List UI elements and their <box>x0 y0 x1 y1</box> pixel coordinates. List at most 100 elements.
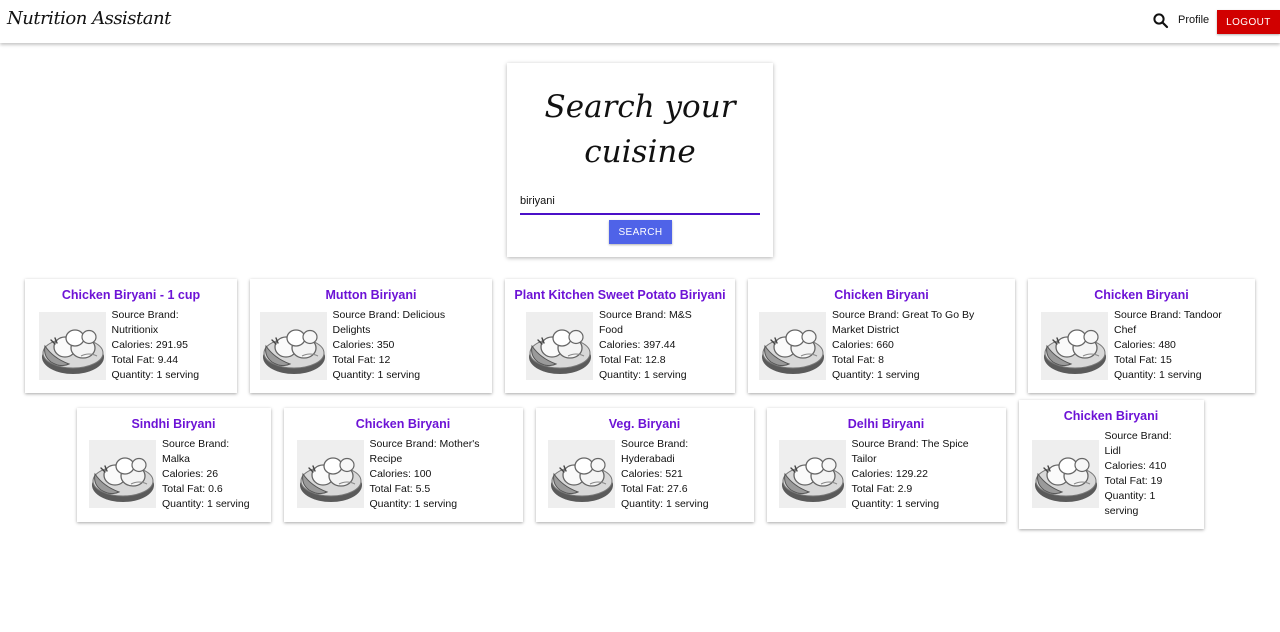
food-bowl-icon <box>1031 440 1099 508</box>
food-card-body: Source Brand: Great To Go By Market Dist… <box>759 308 1004 383</box>
food-info: Source Brand: Mother's Recipe Calories: … <box>370 437 510 512</box>
results-row-1: Chicken Biryani - 1 cup Source Brand: Nu… <box>0 277 1280 395</box>
food-card-body: Source Brand: The Spice Tailor Calories:… <box>778 437 994 512</box>
food-info: Source Brand: Hyderabadi Calories: 521 T… <box>621 437 741 512</box>
food-quantity: Quantity: 1 serving <box>621 497 709 510</box>
navbar: Nutrition Assistant Profile LOGOUT <box>0 0 1280 43</box>
food-name: Chicken Biryani <box>1063 409 1159 423</box>
food-name: Chicken Biryani <box>355 416 451 431</box>
food-info: Source Brand: Great To Go By Market Dist… <box>832 308 1004 383</box>
food-brand: Source Brand: M&S Food <box>599 309 692 336</box>
search-card: Search your cuisine SEARCH <box>507 63 773 257</box>
food-name: Plant Kitchen Sweet Potato Biriyani <box>514 288 726 302</box>
food-quantity: Quantity: 1 serving <box>1104 490 1156 517</box>
food-quantity: Quantity: 1 serving <box>332 369 421 381</box>
food-bowl-icon <box>38 311 106 380</box>
food-brand: Source Brand: Mother's Recipe <box>369 437 480 465</box>
search-button[interactable]: SEARCH <box>609 220 672 244</box>
food-calories: Calories: 521 <box>621 467 683 480</box>
food-card-body: Source Brand: Nutritionix Calories: 291.… <box>38 308 224 383</box>
food-total-fat: Total Fat: 12 <box>332 354 391 366</box>
food-brand: Source Brand: Great To Go By Market Dist… <box>832 309 975 336</box>
food-info: Source Brand: Lidl Calories: 410 Total F… <box>1105 429 1191 519</box>
food-bowl-icon <box>259 311 327 380</box>
food-card[interactable]: Chicken Biryani - 1 cup Source Brand: Nu… <box>25 279 237 393</box>
food-total-fat: Total Fat: 19 <box>1104 475 1163 487</box>
food-calories: Calories: 291.95 <box>111 339 188 351</box>
food-brand: Source Brand: The Spice Tailor <box>851 437 969 465</box>
food-name: Chicken Biryani <box>1094 288 1189 302</box>
food-brand: Source Brand: Tandoor Chef <box>1114 309 1222 336</box>
food-bowl-icon <box>526 311 593 380</box>
food-calories: Calories: 350 <box>332 339 395 351</box>
app-logo[interactable]: Nutrition Assistant <box>7 8 171 29</box>
food-brand: Source Brand: Nutritionix <box>111 309 179 336</box>
food-brand: Source Brand: Delicious Delights <box>332 309 446 336</box>
food-bowl-icon <box>1041 311 1108 380</box>
food-name: Veg. Biryani <box>608 416 681 431</box>
food-card-body: Source Brand: M&S Food Calories: 397.44 … <box>526 308 714 383</box>
food-card[interactable]: Sindhi Biryani Source Brand: Malka Calor… <box>76 407 271 522</box>
food-calories: Calories: 26 <box>162 467 219 480</box>
food-calories: Calories: 100 <box>369 467 432 480</box>
food-card-body: Source Brand: Hyderabadi Calories: 521 T… <box>548 437 741 512</box>
food-info: Source Brand: Nutritionix Calories: 291.… <box>112 308 224 383</box>
food-quantity: Quantity: 1 serving <box>162 497 250 510</box>
food-card[interactable]: Chicken Biryani Source Brand: Lidl Calor… <box>1018 400 1204 529</box>
results-row-2: Sindhi Biryani Source Brand: Malka Calor… <box>0 400 1280 529</box>
food-total-fat: Total Fat: 12.8 <box>599 354 666 366</box>
food-card-body: Source Brand: Mother's Recipe Calories: … <box>296 437 510 512</box>
food-total-fat: Total Fat: 8 <box>832 354 884 366</box>
food-info: Source Brand: The Spice Tailor Calories:… <box>852 437 994 512</box>
food-total-fat: Total Fat: 15 <box>1114 354 1172 366</box>
food-card-body: Source Brand: Tandoor Chef Calories: 480… <box>1041 308 1242 383</box>
food-card[interactable]: Chicken Biryani Source Brand: Mother's R… <box>283 407 523 522</box>
food-quantity: Quantity: 1 serving <box>1114 369 1202 381</box>
food-total-fat: Total Fat: 9.44 <box>111 354 179 366</box>
food-bowl-icon <box>778 440 846 508</box>
food-bowl-icon <box>548 440 615 508</box>
food-quantity: Quantity: 1 serving <box>851 497 940 510</box>
food-quantity: Quantity: 1 serving <box>369 497 458 510</box>
food-info: Source Brand: Malka Calories: 26 Total F… <box>162 437 258 512</box>
food-card[interactable]: Chicken Biryani Source Brand: Tandoor Ch… <box>1028 279 1255 393</box>
food-quantity: Quantity: 1 serving <box>111 369 200 381</box>
food-total-fat: Total Fat: 27.6 <box>621 482 688 495</box>
food-card[interactable]: Plant Kitchen Sweet Potato Biriyani Sour… <box>505 279 735 393</box>
food-name: Sindhi Biryani <box>131 416 216 431</box>
food-info: Source Brand: Tandoor Chef Calories: 480… <box>1114 308 1242 383</box>
food-calories: Calories: 480 <box>1114 339 1176 351</box>
search-title: Search your cuisine <box>544 89 736 170</box>
food-card[interactable]: Delhi Biryani Source Brand: The Spice Ta… <box>766 407 1006 522</box>
food-card[interactable]: Chicken Biryani Source Brand: Great To G… <box>748 279 1015 393</box>
food-name: Chicken Biryani - 1 cup <box>61 288 201 302</box>
food-brand: Source Brand: Malka <box>162 437 230 465</box>
food-card-body: Source Brand: Lidl Calories: 410 Total F… <box>1031 429 1191 519</box>
food-brand: Source Brand: Hyderabadi <box>621 437 689 465</box>
food-bowl-icon <box>89 440 156 508</box>
food-quantity: Quantity: 1 serving <box>832 369 920 381</box>
food-card[interactable]: Mutton Biriyani Source Brand: Delicious … <box>250 279 492 393</box>
food-name: Chicken Biryani <box>834 288 929 302</box>
food-brand: Source Brand: Lidl <box>1104 430 1172 457</box>
food-info: Source Brand: M&S Food Calories: 397.44 … <box>599 308 714 383</box>
food-card-body: Source Brand: Malka Calories: 26 Total F… <box>89 437 258 512</box>
profile-link[interactable]: Profile <box>1178 14 1209 26</box>
food-bowl-icon <box>296 440 364 508</box>
food-name: Delhi Biryani <box>847 416 925 431</box>
food-bowl-icon <box>759 311 826 380</box>
food-calories: Calories: 129.22 <box>851 467 928 480</box>
food-quantity: Quantity: 1 serving <box>599 369 687 381</box>
food-card[interactable]: Veg. Biryani Source Brand: Hyderabadi Ca… <box>535 407 754 522</box>
food-total-fat: Total Fat: 2.9 <box>851 482 913 495</box>
food-calories: Calories: 660 <box>832 339 894 351</box>
food-info: Source Brand: Delicious Delights Calorie… <box>333 308 483 383</box>
food-card-body: Source Brand: Delicious Delights Calorie… <box>259 308 483 383</box>
food-total-fat: Total Fat: 0.6 <box>162 482 223 495</box>
food-total-fat: Total Fat: 5.5 <box>369 482 431 495</box>
food-name: Mutton Biriyani <box>325 288 417 302</box>
search-icon[interactable] <box>1152 12 1170 30</box>
search-input[interactable] <box>520 189 760 215</box>
food-calories: Calories: 410 <box>1104 460 1167 472</box>
logout-button[interactable]: LOGOUT <box>1217 10 1280 34</box>
